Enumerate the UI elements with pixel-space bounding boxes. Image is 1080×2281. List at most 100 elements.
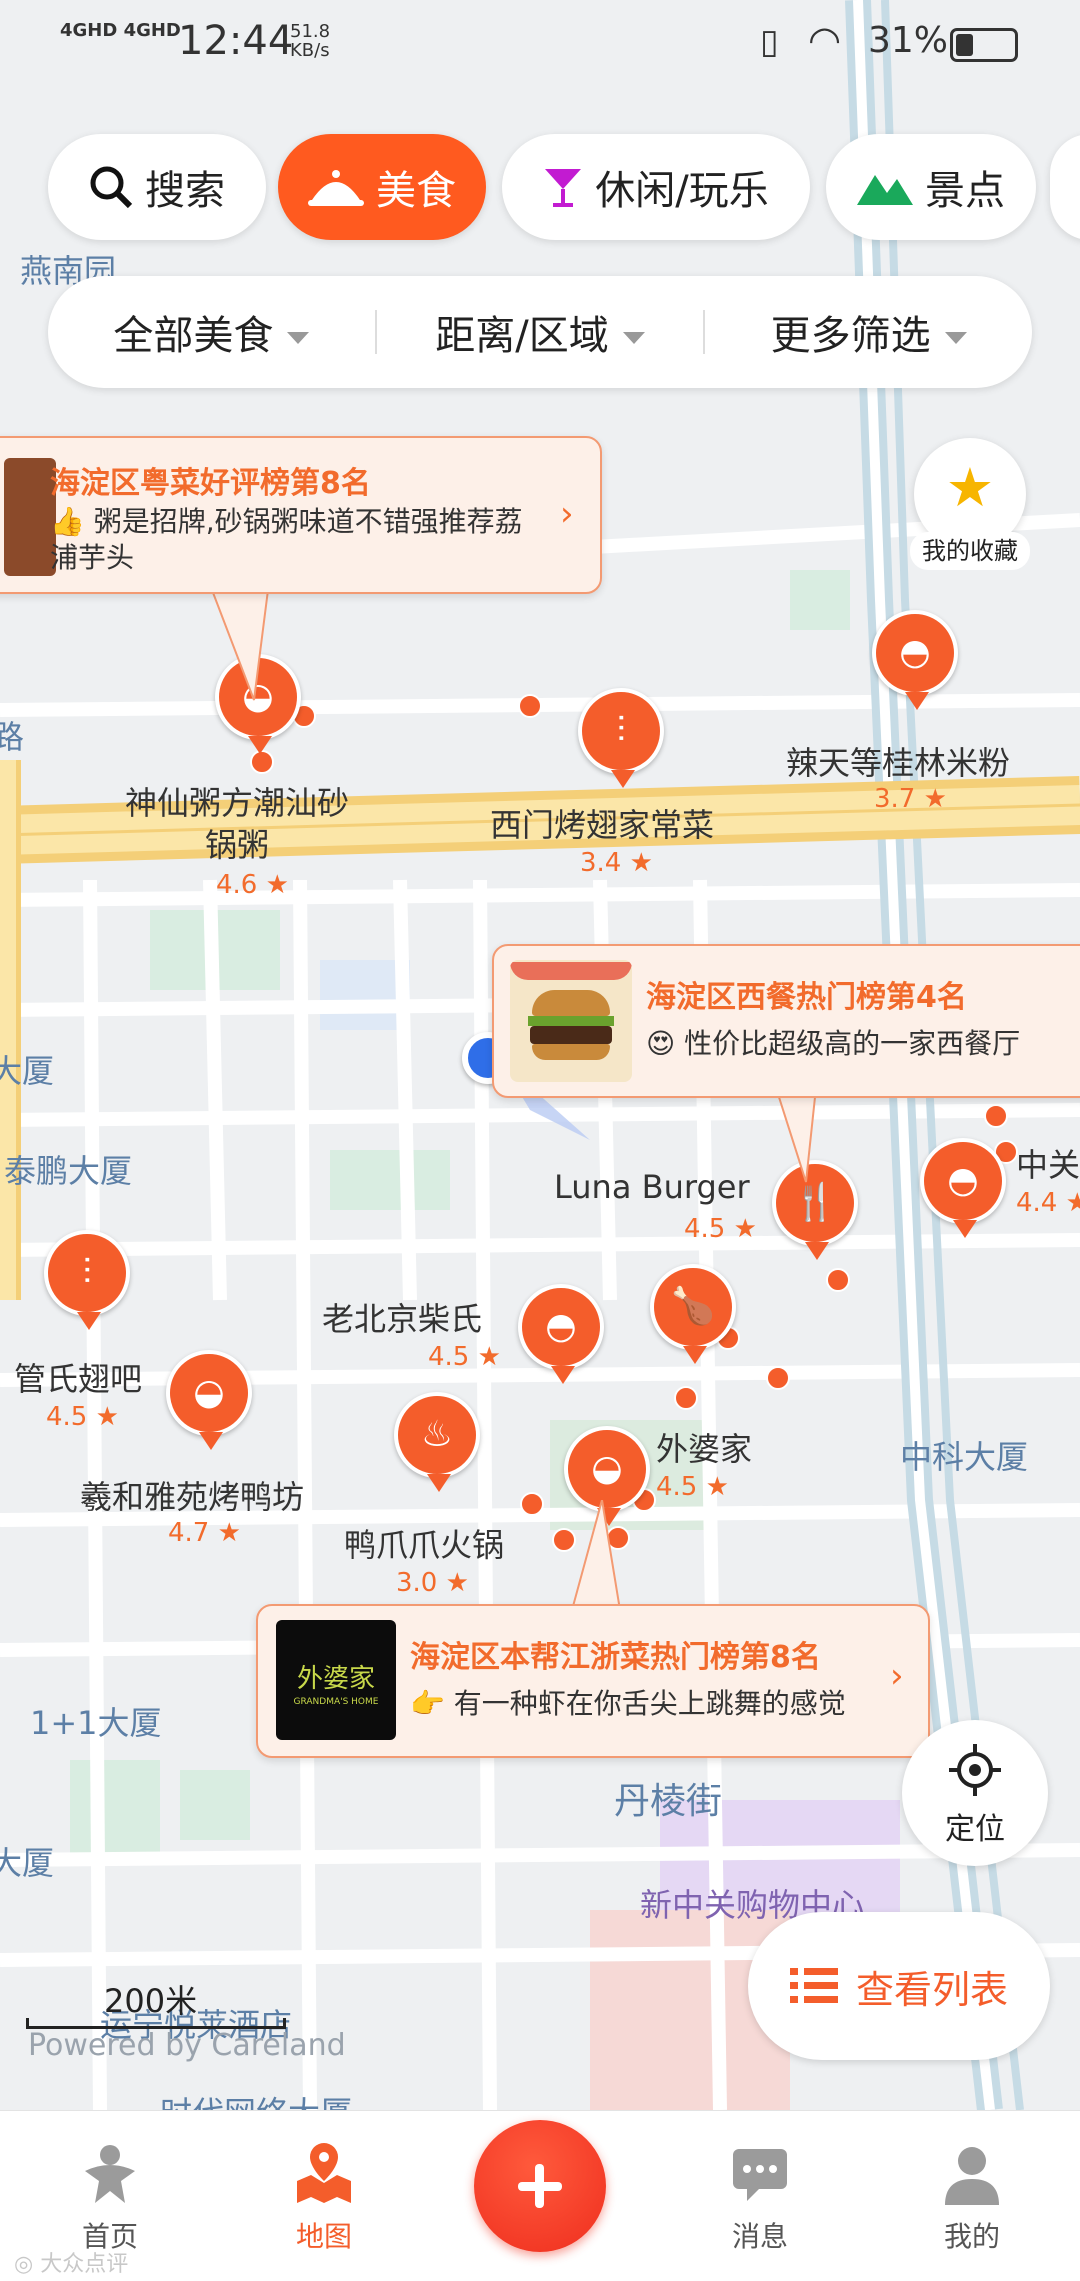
search-chip[interactable]: 搜索	[48, 134, 266, 240]
mountain-icon	[857, 175, 913, 205]
network-indicator: 4GHD 4GHD	[60, 20, 181, 41]
powered-by-label: Powered by Careland	[28, 2028, 346, 2063]
popup-desc: 👉 有一种虾在你舌尖上跳舞的感觉	[410, 1687, 846, 1720]
map-poi-dot[interactable]	[766, 1366, 790, 1390]
restaurant-pin[interactable]: ◓	[518, 1284, 604, 1384]
restaurant-name: 神仙粥方潮汕砂 锅粥	[125, 782, 349, 866]
restaurant-name: 辣天等桂林米粉	[786, 744, 1011, 782]
restaurant-rating: 4.6 ★	[216, 870, 289, 900]
popup-pointer	[572, 1500, 622, 1610]
restaurant-name: 鸭爪爪火锅	[344, 1526, 505, 1564]
restaurant-pin[interactable]: ◓	[872, 610, 958, 710]
map-label: 大厦	[0, 1052, 55, 1090]
chevron-right-icon: ›	[890, 1656, 904, 1696]
restaurant-rating: 4.5 ★	[428, 1342, 501, 1372]
add-button[interactable]	[474, 2120, 606, 2252]
restaurant-rating: 4.4 ★	[1016, 1188, 1080, 1218]
restaurant-name-line: 神仙粥方潮汕砂	[125, 784, 350, 822]
view-list-button[interactable]: 查看列表	[748, 1912, 1050, 2060]
network-speed: 51.8 KB/s	[290, 21, 331, 61]
nav-home[interactable]: 首页	[30, 2141, 190, 2255]
home-icon	[85, 2145, 135, 2203]
leisure-chip[interactable]: 休闲/玩乐	[502, 134, 810, 240]
filter-distance[interactable]: 距离/区域	[377, 303, 704, 361]
logo-text: 外婆家	[296, 1664, 375, 1694]
filter-bar: 全部美食 距离/区域 更多筛选	[48, 276, 1032, 388]
map-label: 丹棱街	[614, 1781, 723, 1822]
restaurant-rating: 4.5 ★	[46, 1402, 119, 1432]
rice-bowl-icon: ◒	[591, 1448, 623, 1489]
scale-label: 200米	[104, 1982, 198, 2020]
chip-label: 景点	[925, 168, 1005, 214]
restaurant-logo: 外婆家 GRANDMA'S HOME	[276, 1620, 396, 1740]
hotpot-icon: ♨	[420, 1414, 454, 1455]
restaurant-rating: 4.7 ★	[168, 1518, 241, 1548]
map-poi-dot[interactable]	[826, 1268, 850, 1292]
restaurant-name: 管氏翅吧	[14, 1360, 143, 1398]
dumpling-cup-icon: ◓	[947, 1160, 979, 1201]
map-poi-dot[interactable]	[520, 1492, 544, 1516]
ranking-popup[interactable]: 外婆家 GRANDMA'S HOME 海淀区本帮江浙菜热门榜第8名 👉 有一种虾…	[256, 1604, 930, 1758]
restaurant-name: 外婆家	[656, 1430, 753, 1468]
vibrate-icon: ▯	[760, 22, 779, 62]
star-icon: ★	[945, 456, 995, 519]
map-poi-dot[interactable]	[984, 1104, 1008, 1128]
restaurant-pin[interactable]: ⫶	[578, 688, 664, 788]
map-poi-dot[interactable]	[674, 1386, 698, 1410]
clock: 12:44	[178, 18, 294, 64]
caret-down-icon	[622, 332, 645, 344]
map-label: 时代网络大厦	[160, 2088, 352, 2110]
restaurant-rating: 4.5 ★	[684, 1214, 757, 1244]
dumpling-cup-icon: ◓	[899, 632, 931, 673]
profile-icon	[945, 2147, 999, 2205]
ranking-popup[interactable]: 海淀区粤菜好评榜第8名 👍 粥是招牌,砂锅粥味道不错强推荐荔浦芋头 ›	[0, 436, 602, 594]
map-label: 大厦	[0, 1844, 55, 1882]
skewer-icon: ⫶	[616, 710, 626, 751]
favorites-label: 我的收藏	[910, 532, 1030, 570]
logo-subtext: GRANDMA'S HOME	[293, 1697, 379, 1707]
rice-bowl-icon: ◒	[193, 1372, 225, 1413]
nav-map[interactable]: 地图	[244, 2141, 404, 2255]
chevron-right-icon: ›	[560, 494, 574, 534]
nav-profile[interactable]: 我的	[892, 2141, 1052, 2255]
map-poi-dot[interactable]	[518, 694, 542, 718]
locate-label: 定位	[945, 1812, 1005, 1847]
restaurant-name-line: 锅粥	[205, 826, 270, 864]
dumpling-cup-icon: ◓	[545, 1306, 577, 1347]
nav-messages[interactable]: 消息	[680, 2141, 840, 2255]
restaurant-pin[interactable]: ◒	[166, 1350, 252, 1450]
message-icon	[733, 2149, 787, 2201]
restaurant-pin[interactable]: ⫶	[44, 1230, 130, 1330]
popup-title: 海淀区粤菜好评榜第8名	[50, 466, 371, 501]
restaurant-rating: 3.7 ★	[874, 784, 947, 814]
drumstick-icon: 🍗	[670, 1286, 716, 1327]
restaurant-rating: 4.5 ★	[656, 1472, 729, 1502]
battery-percent: 31%	[868, 20, 949, 61]
restaurant-name: 羲和雅苑烤鸭坊	[80, 1478, 305, 1516]
filter-all-food[interactable]: 全部美食	[48, 303, 375, 361]
restaurant-pin[interactable]: 🍗	[650, 1264, 736, 1364]
popup-title: 海淀区本帮江浙菜热门榜第8名	[410, 1640, 821, 1675]
restaurant-name: 老北京柴氏	[322, 1300, 483, 1338]
caret-down-icon	[944, 332, 967, 344]
restaurant-pin[interactable]: ◓	[920, 1138, 1006, 1238]
status-bar: 4GHD 4GHD 12:44 51.8 KB/s ▯ ◠ 31%	[0, 0, 1080, 80]
filter-more[interactable]: 更多筛选	[705, 303, 1032, 361]
locate-button[interactable]: 定位	[902, 1720, 1048, 1866]
scenic-chip[interactable]: 景点	[826, 134, 1036, 240]
popup-desc: 😍 性价比超级高的一家西餐厅	[646, 1027, 1021, 1060]
restaurant-name: Luna Burger	[554, 1168, 750, 1206]
restaurant-rating: 3.4 ★	[580, 848, 653, 878]
watermark: ◎ 大众点评	[14, 2252, 129, 2277]
map-label: 1+1大厦	[30, 1704, 162, 1742]
skewer-icon: ⫶	[82, 1252, 92, 1293]
ranking-popup[interactable]: 海淀区西餐热门榜第4名 😍 性价比超级高的一家西餐厅	[492, 944, 1080, 1098]
food-dish-icon	[308, 170, 364, 206]
battery-icon	[950, 28, 1018, 62]
wifi-icon: ◠	[808, 18, 842, 62]
restaurant-pin[interactable]: ♨	[394, 1392, 480, 1492]
view-list-label: 查看列表	[855, 1967, 1008, 2012]
chip-label: 搜索	[145, 168, 225, 214]
popup-desc: 👍 粥是招牌,砂锅粥味道不错强推荐荔浦芋头	[50, 505, 523, 574]
food-chip[interactable]: 美食	[278, 134, 486, 240]
